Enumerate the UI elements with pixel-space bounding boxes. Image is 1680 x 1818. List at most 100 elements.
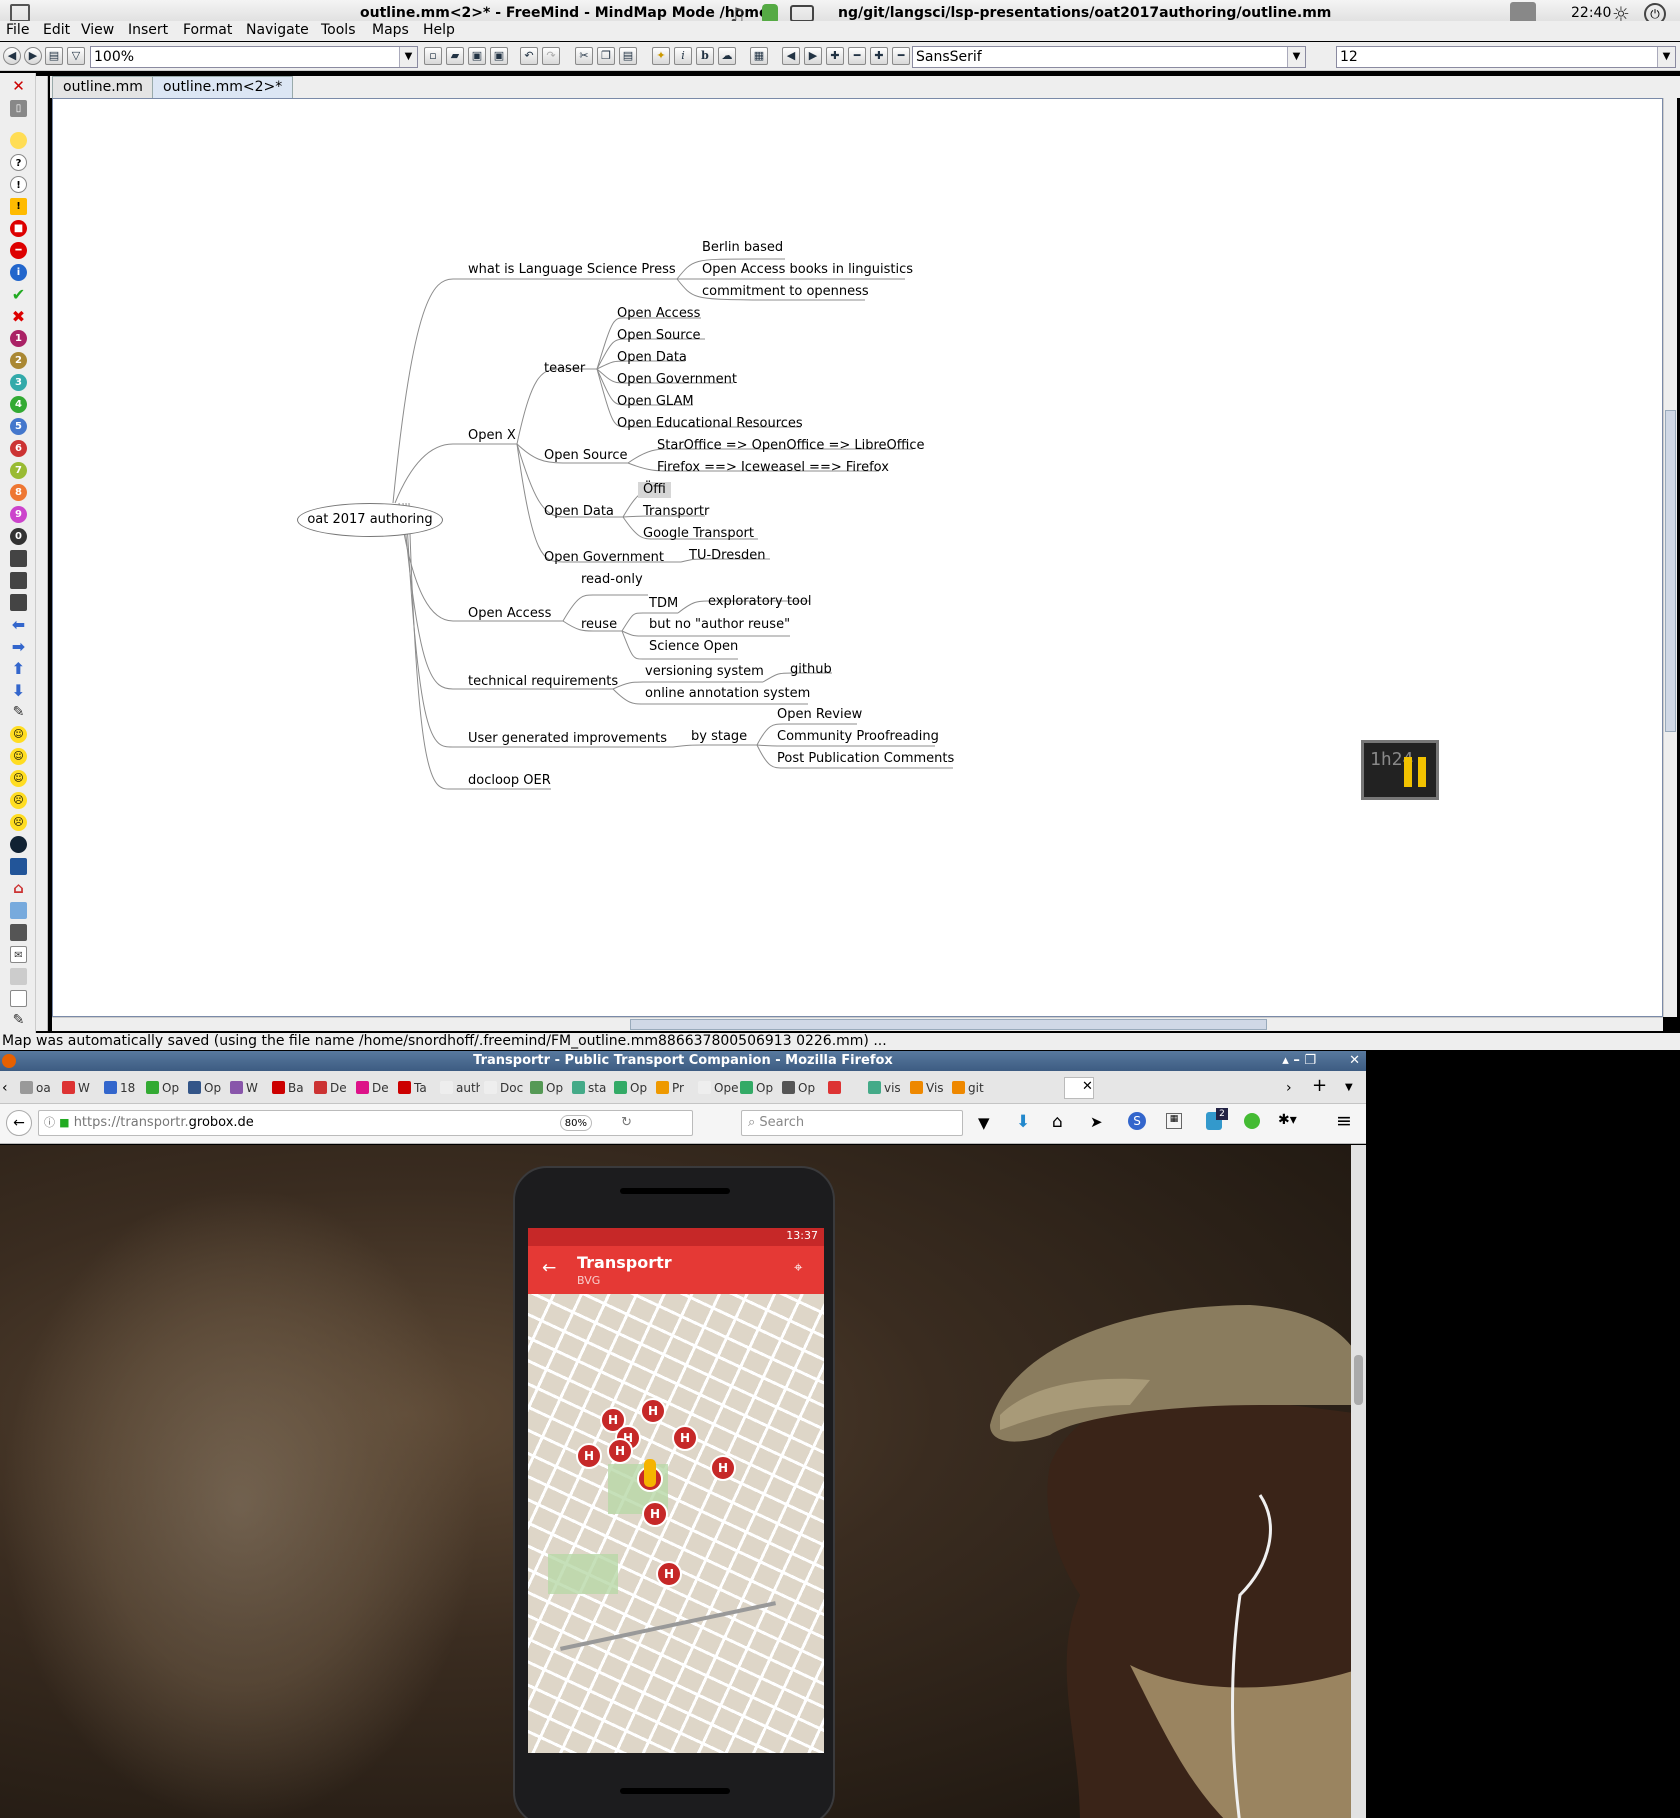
info-icon[interactable]: i (10, 264, 27, 281)
cross-icon[interactable]: ✖ (10, 308, 27, 325)
green-extension-icon[interactable] (1244, 1113, 1260, 1129)
node-remove-icon[interactable]: ━ (848, 47, 866, 65)
smiley-oh-icon[interactable]: ☺ (10, 770, 27, 787)
node-user-improvements[interactable]: User generated improvements (468, 731, 667, 747)
paperclip-icon[interactable]: ✎ (10, 704, 27, 721)
nav-right-icon[interactable]: ▶ (804, 47, 822, 65)
book-icon[interactable] (10, 858, 27, 875)
info-icon[interactable]: ⓘ (44, 1116, 55, 1129)
tabs-scroll-left-icon[interactable]: ‹ (2, 1077, 18, 1099)
node-open-access[interactable]: Open Access (468, 606, 551, 622)
arrow-up-icon[interactable]: ⬆ (10, 660, 27, 677)
s-extension-icon[interactable]: S (1128, 1112, 1146, 1130)
key-icon[interactable] (10, 968, 27, 985)
zoom-in-icon[interactable]: ✚ (870, 47, 888, 65)
paste-icon[interactable]: ▤ (619, 47, 637, 65)
menu-format[interactable]: Format (183, 22, 232, 38)
open-icon[interactable]: ▰ (446, 47, 464, 65)
node-teaser[interactable]: teaser (544, 361, 585, 377)
print-icon[interactable]: ▤ (45, 47, 63, 65)
smiley-neutral-icon[interactable]: ☺ (10, 748, 27, 765)
browser-tab[interactable]: Op (614, 1077, 654, 1099)
browser-tab[interactable]: OpenS (698, 1077, 738, 1099)
back-button[interactable]: ← (6, 1110, 32, 1136)
priority-8-icon[interactable]: 8 (10, 484, 27, 501)
node-read-only[interactable]: read-only (581, 572, 643, 588)
app-back-icon[interactable]: ← (542, 1258, 556, 1278)
station-pin[interactable]: H (607, 1438, 633, 1464)
node-science-open[interactable]: Science Open (649, 639, 738, 655)
close-window-icon[interactable]: ✕ (1349, 1051, 1360, 1071)
no-entry-icon[interactable]: ━ (10, 242, 27, 259)
node-teaser-og[interactable]: Open Government (617, 372, 737, 388)
node-by-stage[interactable]: by stage (691, 729, 747, 745)
tab-close-icon[interactable]: ✕ (1082, 1079, 1093, 1094)
browser-tab[interactable]: Op (188, 1077, 228, 1099)
redo-icon[interactable]: ↷ (542, 47, 560, 65)
menu-help[interactable]: Help (423, 22, 455, 38)
browser-tab[interactable]: sta (572, 1077, 612, 1099)
node-commitment[interactable]: commitment to openness (702, 284, 869, 300)
camera-tool-icon[interactable] (10, 924, 27, 941)
node-post-publication[interactable]: Post Publication Comments (777, 751, 954, 767)
tab-outline[interactable]: outline.mm (52, 76, 154, 98)
node-versioning[interactable]: versioning system (645, 664, 764, 680)
node-tdm[interactable]: TDM (649, 596, 678, 612)
home-button-icon[interactable]: ⌂ (1052, 1112, 1063, 1132)
zoom-out-icon[interactable]: ━ (892, 47, 910, 65)
mindmap-canvas[interactable]: oat 2017 authoring what is Language Scie… (52, 98, 1663, 1017)
check-icon[interactable]: ✔ (10, 286, 27, 303)
menu-view[interactable]: View (81, 22, 114, 38)
mindmap-root-node[interactable]: oat 2017 authoring (297, 503, 443, 537)
maximize-icon[interactable]: ▴ – ❐ (1282, 1051, 1316, 1071)
station-pin[interactable]: H (672, 1425, 698, 1451)
traffic-light-icon[interactable] (10, 550, 27, 567)
cut-icon[interactable]: ✂ (575, 47, 593, 65)
browser-tab[interactable] (828, 1077, 868, 1099)
font-size-select[interactable]: 12 ▼ (1336, 46, 1676, 68)
browser-tab[interactable]: Docun (484, 1077, 524, 1099)
calendar-tool-icon[interactable]: ▦ (750, 47, 768, 65)
browser-tab[interactable]: Op (740, 1077, 780, 1099)
node-teaser-oer[interactable]: Open Educational Resources (617, 416, 803, 432)
italic-icon[interactable]: i (674, 47, 692, 65)
station-pin[interactable]: H (656, 1561, 682, 1587)
node-teaser-glam[interactable]: Open GLAM (617, 394, 694, 410)
smiley-sad-icon[interactable]: ☹ (10, 814, 27, 831)
copy-icon[interactable]: ❐ (597, 47, 615, 65)
browser-tab[interactable]: De (314, 1077, 354, 1099)
priority-7-icon[interactable]: 7 (10, 462, 27, 479)
station-pin[interactable]: H (642, 1501, 668, 1527)
node-github[interactable]: github (790, 662, 832, 678)
canvas-vertical-scrollbar[interactable] (1663, 98, 1677, 1017)
priority-2-icon[interactable]: 2 (10, 352, 27, 369)
zoom-indicator[interactable]: 80% (559, 1115, 592, 1131)
traffic-light-3-icon[interactable] (10, 594, 27, 611)
node-transportr[interactable]: Transportr (643, 504, 709, 520)
browser-tab[interactable]: 18 (104, 1077, 144, 1099)
folder-icon[interactable] (10, 902, 27, 919)
font-family-select[interactable]: SansSerif ▼ (912, 46, 1306, 68)
remove-icon-icon[interactable]: ✕ (10, 78, 27, 95)
page-scrollbar[interactable] (1351, 1145, 1366, 1818)
browser-tab[interactable]: Pr (656, 1077, 696, 1099)
smiley-happy-icon[interactable]: ☺ (10, 726, 27, 743)
stop-icon[interactable]: ■ (10, 220, 27, 237)
node-open-review[interactable]: Open Review (777, 707, 862, 723)
bomb-icon[interactable] (10, 836, 27, 853)
browser-tab[interactable]: Ta (398, 1077, 438, 1099)
locate-icon[interactable]: ⌖ (794, 1258, 802, 1276)
menu-navigate[interactable]: Navigate (246, 22, 309, 38)
back-icon[interactable]: ◀ (3, 47, 21, 65)
node-no-author-reuse[interactable]: but no "author reuse" (649, 617, 790, 633)
question-icon[interactable]: ? (10, 154, 27, 171)
browser-tab[interactable]: W (230, 1077, 270, 1099)
idea-icon[interactable]: ✦ (652, 47, 670, 65)
pocket-icon[interactable]: ▼ (978, 1114, 990, 1132)
browser-tab[interactable]: oa (20, 1077, 60, 1099)
send-icon[interactable]: ➤ (1090, 1113, 1103, 1131)
download-icon[interactable]: ⬇ (1016, 1112, 1030, 1132)
save-icon[interactable]: ▣ (468, 47, 486, 65)
save-as-icon[interactable]: ▣ (490, 47, 508, 65)
node-lsp[interactable]: what is Language Science Press (468, 262, 676, 278)
